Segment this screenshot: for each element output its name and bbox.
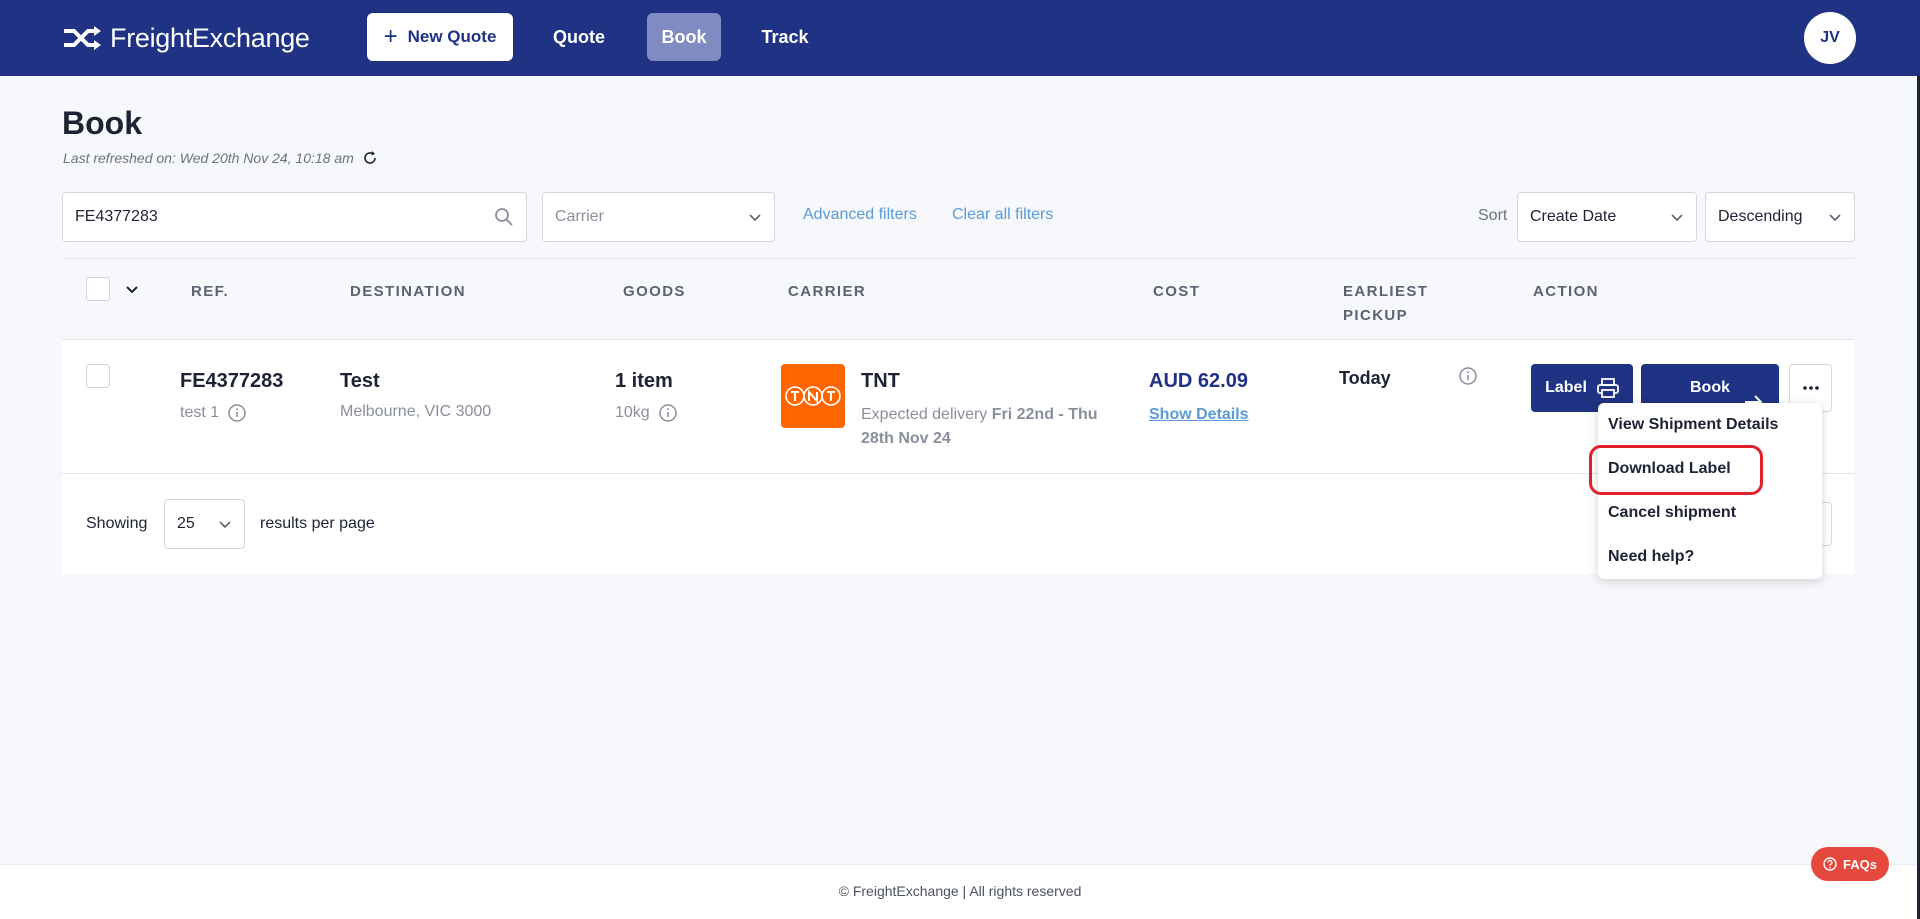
nav-book[interactable]: Book [647, 13, 721, 61]
sort-label: Sort [1478, 207, 1508, 224]
chevron-down-icon[interactable] [124, 281, 140, 297]
info-icon[interactable] [1458, 366, 1478, 386]
faqs-button[interactable]: FAQs [1811, 847, 1889, 881]
column-header-goods: GOODS [623, 283, 686, 300]
shuffle-arrows-icon [64, 26, 101, 50]
row-ref-note: test 1 [180, 404, 220, 421]
show-details-link[interactable]: Show Details [1149, 406, 1249, 424]
chevron-down-icon [219, 521, 231, 529]
menu-item-cancel-shipment[interactable]: Cancel shipment [1608, 504, 1736, 522]
brand-logo[interactable]: FreightExchange [62, 20, 310, 56]
nav-track[interactable]: Track [748, 13, 822, 61]
table-row: FE4377283 test 1 Test Melbourne, VIC 300… [62, 340, 1854, 474]
chevron-down-icon [749, 214, 761, 222]
sort-order-select[interactable]: Descending [1705, 192, 1855, 242]
expected-delivery: Expected delivery Fri 22nd - Thu 28th No… [861, 403, 1111, 451]
chevron-down-icon [1671, 214, 1683, 222]
more-horizontal-icon [1802, 386, 1819, 390]
help-icon [1823, 857, 1837, 871]
per-page-select[interactable]: 25 [164, 499, 245, 549]
row-ref: FE4377283 [180, 370, 284, 392]
table-header: REF. DESTINATION GOODS CARRIER COST EARL… [62, 258, 1854, 340]
top-navigation-bar: FreightExchange + New Quote Quote Book T… [0, 0, 1920, 76]
last-refreshed-text: Last refreshed on: Wed 20th Nov 24, 10:1… [63, 150, 354, 166]
per-page-value: 25 [177, 515, 195, 532]
row-earliest-pickup: Today [1339, 368, 1391, 388]
row-goods: 1 item [615, 370, 673, 392]
sort-field-select[interactable]: Create Date [1517, 192, 1697, 242]
column-header-cost: COST [1153, 283, 1201, 300]
row-ref-sub: test 1 [180, 403, 247, 423]
user-avatar[interactable]: JV [1804, 12, 1856, 64]
actions-dropdown-menu: View Shipment Details Download Label Can… [1598, 403, 1822, 579]
chevron-down-icon [1829, 214, 1841, 222]
copyright-text: © FreightExchange | All rights reserved [838, 883, 1082, 899]
sort-field-value: Create Date [1530, 208, 1617, 225]
plus-icon: + [383, 23, 398, 50]
carrier-select-placeholder: Carrier [555, 208, 604, 225]
label-button-text: Label [1545, 379, 1587, 396]
last-refreshed: Last refreshed on: Wed 20th Nov 24, 10:1… [63, 150, 378, 166]
row-destination-address: Melbourne, VIC 3000 [340, 403, 492, 420]
advanced-filters-link[interactable]: Advanced filters [803, 206, 917, 224]
clear-all-filters-link[interactable]: Clear all filters [952, 206, 1053, 224]
page-footer: © FreightExchange | All rights reserved [0, 864, 1920, 919]
menu-item-view-shipment-details[interactable]: View Shipment Details [1608, 416, 1778, 434]
search-input[interactable] [75, 208, 494, 226]
sort-order-value: Descending [1718, 208, 1803, 225]
row-cost: AUD 62.09 [1149, 370, 1248, 392]
select-all-checkbox[interactable] [86, 277, 110, 301]
showing-label: Showing [86, 515, 148, 532]
row-checkbox[interactable] [86, 364, 110, 388]
carrier-name: TNT [861, 370, 900, 392]
menu-item-need-help[interactable]: Need help? [1608, 548, 1694, 566]
column-header-action: ACTION [1533, 283, 1599, 300]
new-quote-button[interactable]: + New Quote [367, 13, 513, 61]
expected-delivery-prefix: Expected delivery [861, 406, 992, 423]
page-title: Book [62, 105, 142, 141]
row-destination: Test [340, 370, 380, 392]
menu-item-download-label[interactable]: Download Label [1608, 460, 1731, 478]
info-icon[interactable] [658, 403, 678, 423]
column-header-carrier: CARRIER [788, 283, 867, 300]
column-header-destination: DESTINATION [350, 283, 466, 300]
new-quote-label: New Quote [407, 27, 497, 46]
info-icon[interactable] [227, 403, 247, 423]
column-header-ref: REF. [191, 283, 230, 300]
row-goods-weight: 10kg [615, 403, 678, 423]
nav-quote[interactable]: Quote [540, 13, 618, 61]
search-icon[interactable] [494, 207, 514, 227]
row-goods-weight-value: 10kg [615, 404, 650, 421]
carrier-logo [781, 364, 845, 428]
printer-icon [1596, 378, 1619, 398]
carrier-select[interactable]: Carrier [542, 192, 775, 242]
search-field [62, 192, 527, 242]
faqs-label: FAQs [1843, 856, 1877, 872]
refresh-icon[interactable] [362, 150, 378, 166]
tnt-logo [785, 386, 841, 406]
column-header-earliest-pickup: EARLIEST PICKUP [1343, 283, 1429, 324]
brand-name: FreightExchange [110, 22, 310, 53]
results-per-page-label: results per page [260, 515, 375, 532]
table-footer: Showing 25 results per page [62, 474, 1854, 574]
